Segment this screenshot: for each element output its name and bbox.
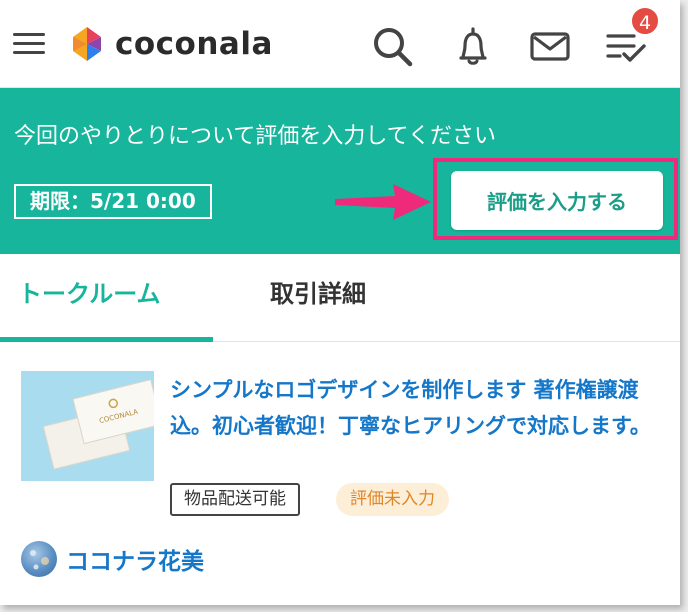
search-icon[interactable] [370,24,414,68]
bell-icon[interactable] [451,24,495,68]
mail-icon[interactable] [528,24,572,68]
service-thumbnail[interactable]: COCONALA [21,371,154,481]
coconala-logo-icon [73,27,101,61]
deadline-label: 期限：5/21 0:00 [14,184,212,219]
app-frame: coconala 4 今回のやりとりについて評価を入力してください 期限：5/2… [0,0,680,605]
tab-transaction-details[interactable]: 取引詳細 [270,254,366,342]
arrow-icon [335,184,431,220]
menu-icon[interactable] [13,31,47,57]
notification-badge: 4 [630,6,660,36]
review-status-badge: 評価未入力 [336,483,449,516]
logo-text: coconala [115,26,273,62]
seller-name[interactable]: ココナラ花美 [66,542,204,576]
tab-talkroom[interactable]: トークルーム [0,254,213,342]
service-title[interactable]: シンプルなロゴデザインを制作します 著作権譲渡込。初心者歓迎！丁寧なヒアリングで… [170,372,660,444]
rate-button[interactable]: 評価を入力する [451,171,663,230]
header: coconala 4 [0,0,680,88]
banner-message: 今回のやりとりについて評価を入力してください [14,124,497,149]
tab-bar: トークルーム 取引詳細 [0,254,680,342]
logo[interactable]: coconala [68,24,273,64]
avatar[interactable] [21,541,57,577]
shipping-tag: 物品配送可能 [170,483,300,516]
